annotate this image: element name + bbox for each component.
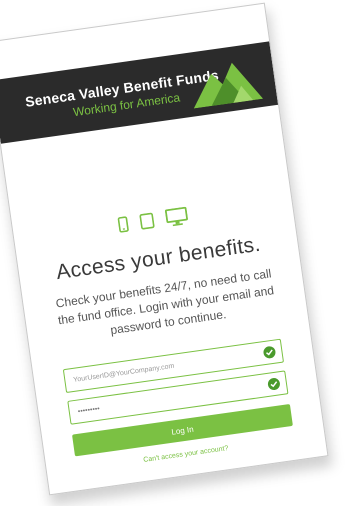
phone-screen: Seneca Valley Benefit Funds Working for …: [0, 2, 329, 496]
phone-icon: [117, 216, 129, 233]
mountain-logo-icon: [193, 62, 264, 109]
check-icon: [262, 345, 277, 360]
tablet-icon: [139, 212, 155, 230]
brand-header: Seneca Valley Benefit Funds Working for …: [0, 41, 279, 144]
monitor-icon: [164, 206, 188, 227]
check-icon: [267, 377, 281, 391]
